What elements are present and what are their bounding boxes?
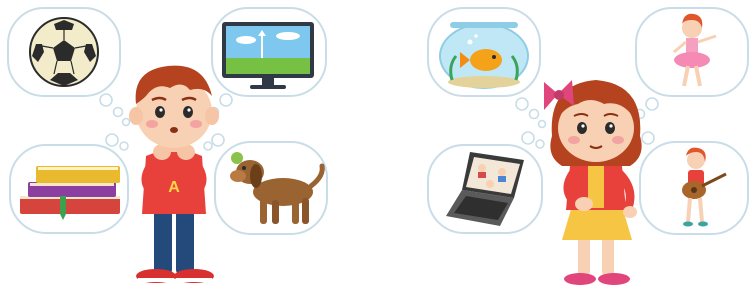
thought-bubble-guitar bbox=[639, 141, 749, 235]
scene: A bbox=[7, 7, 749, 285]
thought-bubble-ballerina bbox=[635, 7, 749, 97]
thought-bubble-tv bbox=[211, 7, 327, 97]
thought-bubble-soccer bbox=[7, 7, 121, 97]
thought-bubble-dog bbox=[214, 141, 328, 235]
thought-bubble-laptop bbox=[427, 144, 543, 234]
soccer-ball-icon bbox=[29, 17, 99, 87]
thought-bubble-fishbowl bbox=[427, 7, 541, 97]
shirt-letter: A bbox=[168, 179, 180, 196]
girl-character bbox=[544, 80, 642, 285]
boy-character: A bbox=[129, 65, 219, 283]
thought-bubble-books bbox=[9, 144, 129, 234]
